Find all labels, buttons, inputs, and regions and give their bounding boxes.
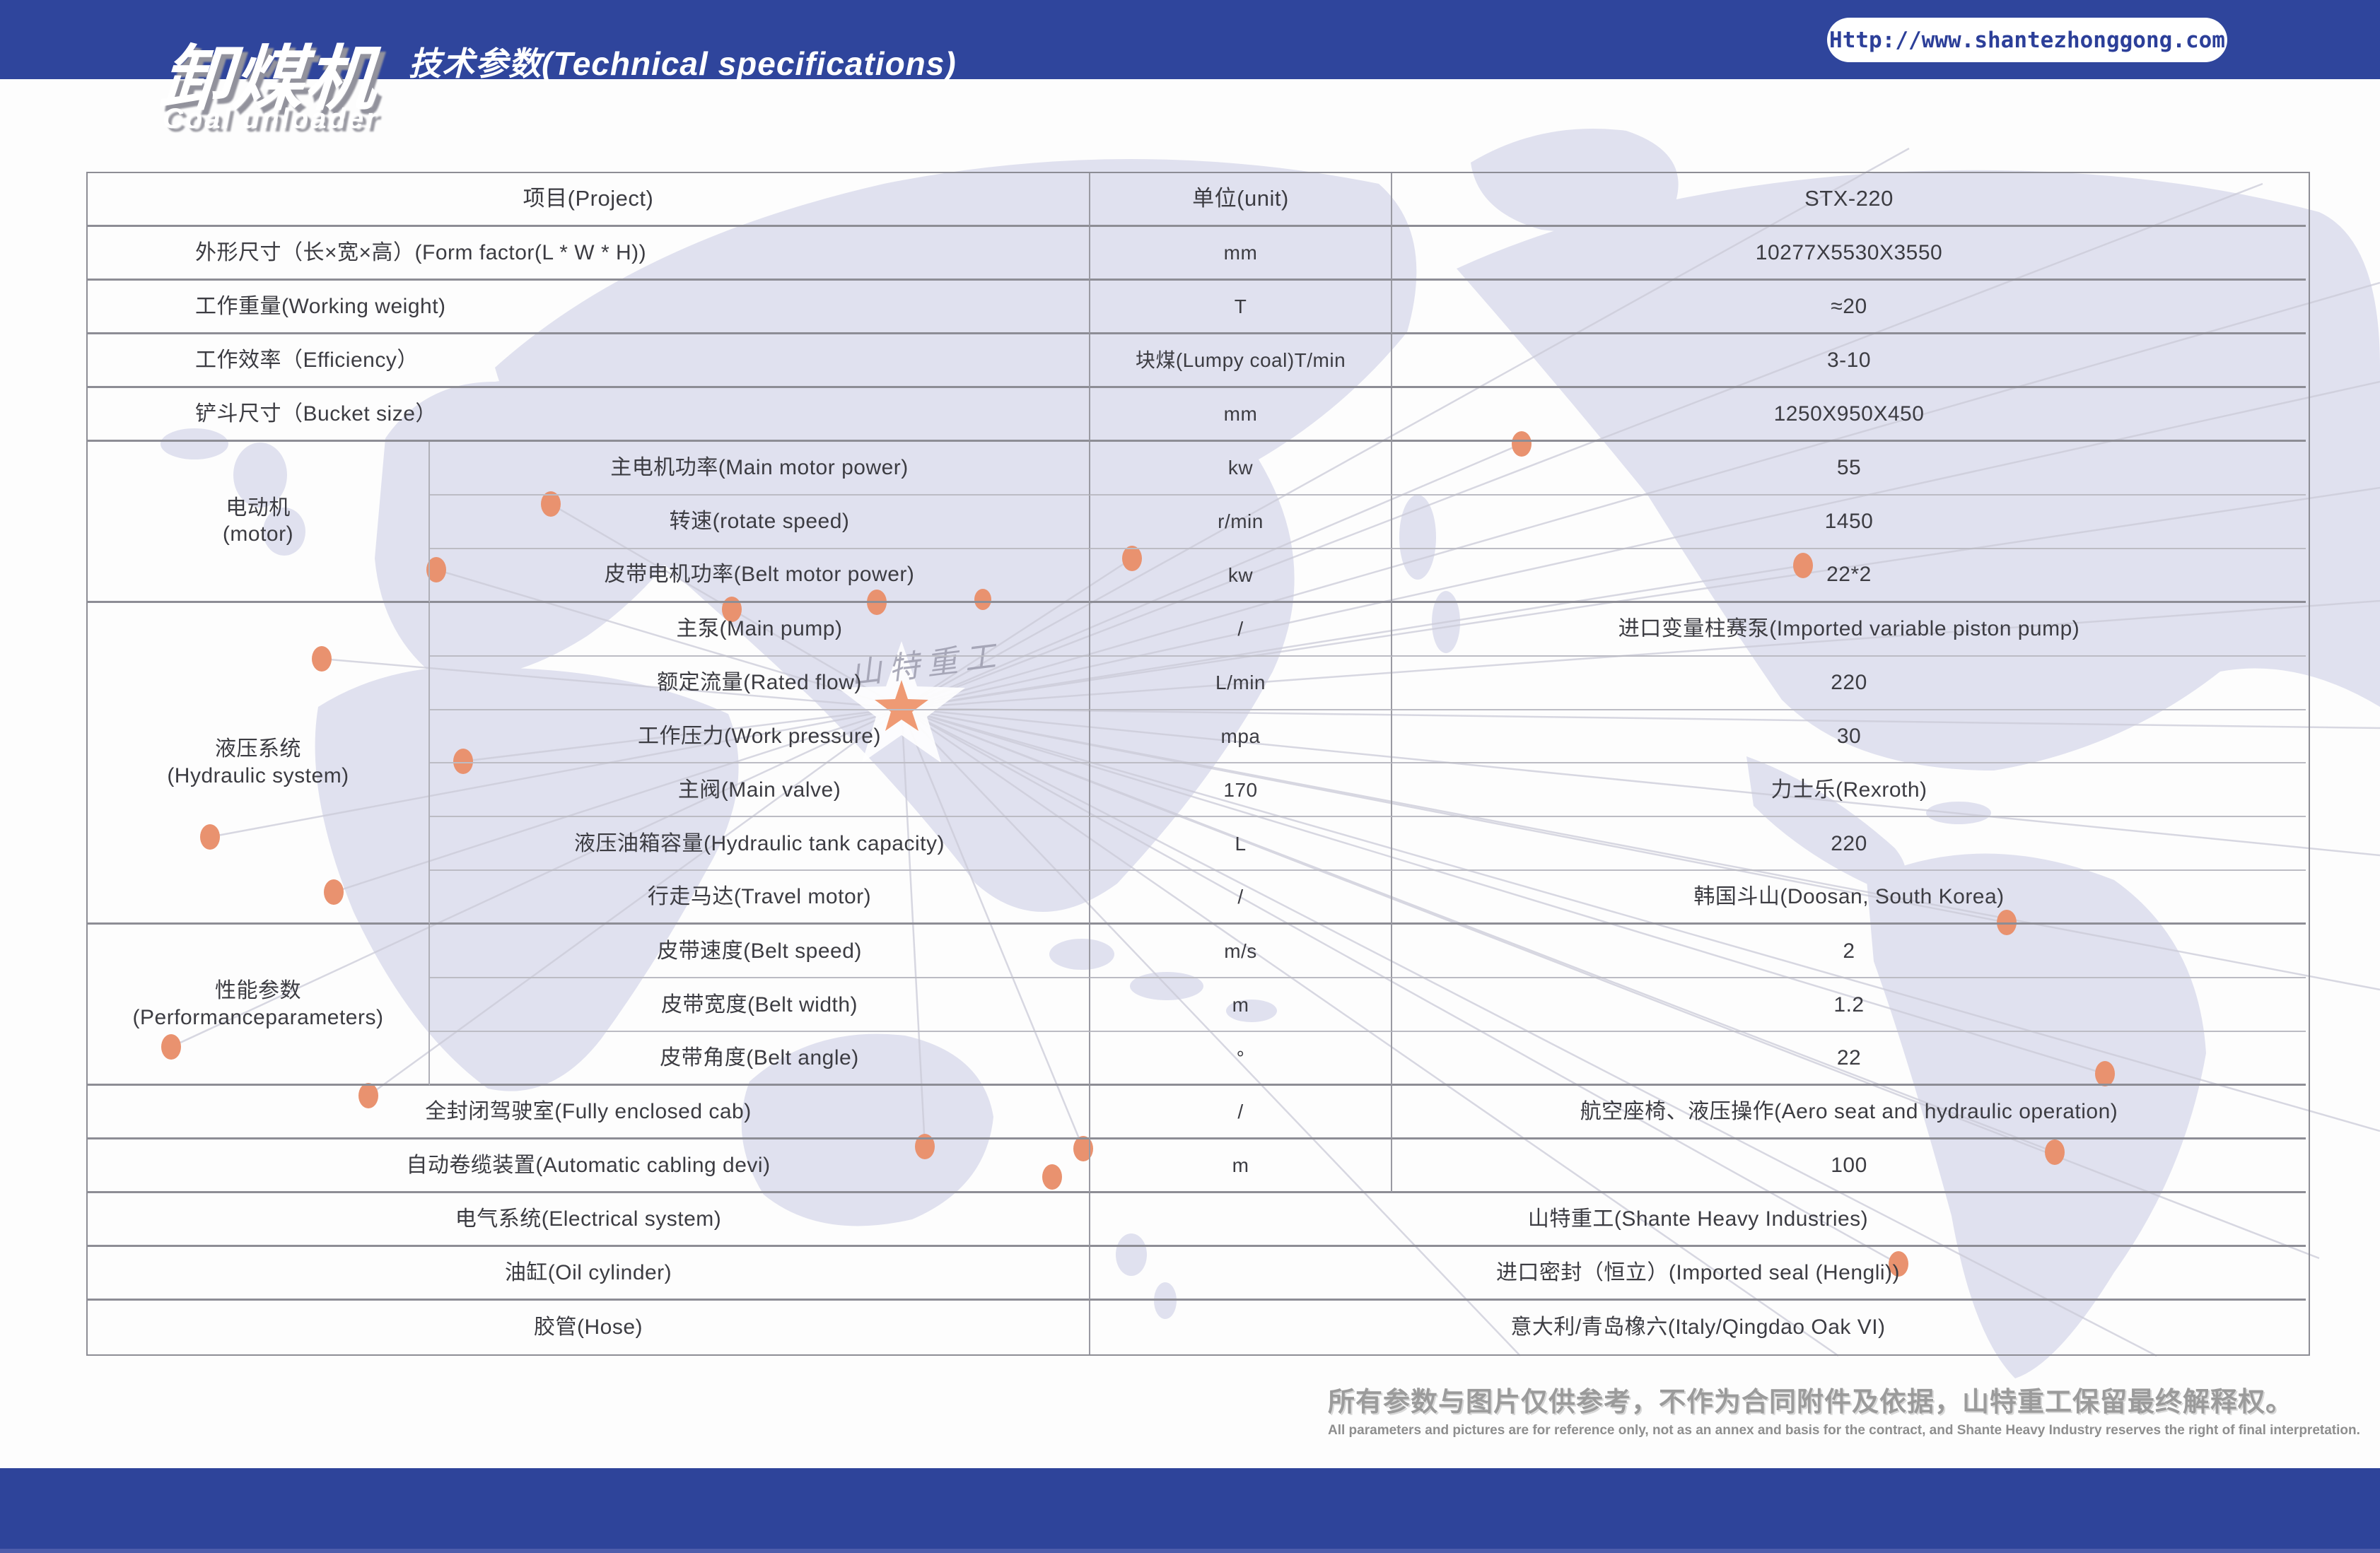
- row-value: 力士乐(Rexroth): [1392, 763, 2306, 817]
- row-label: 皮带电机功率(Belt motor power): [430, 549, 1089, 603]
- group-label-hydraulic: 液压系统 (Hydraulic system): [88, 603, 430, 925]
- row-unit: °: [1089, 1032, 1392, 1086]
- row-label: 主电机功率(Main motor power): [430, 442, 1089, 496]
- row-value: 2: [1392, 925, 2306, 978]
- col-header-project: 项目(Project): [88, 173, 1089, 227]
- row-unit: mm: [1089, 227, 1392, 281]
- row-label: 铲斗尺寸（Bucket size）: [88, 388, 1089, 442]
- row-unit: m/s: [1089, 925, 1392, 978]
- row-label: 油缸(Oil cylinder): [88, 1247, 1089, 1301]
- footer-bar-edge: [0, 1549, 2380, 1553]
- spec-table: 项目(Project) 单位(unit) STX-220 外形尺寸（长×宽×高）…: [86, 172, 2310, 1356]
- row-unit: m: [1089, 978, 1392, 1032]
- row-value: 55: [1392, 442, 2306, 496]
- footer-bar: [0, 1468, 2380, 1553]
- group-label-cn: 性能参数: [215, 978, 301, 1004]
- row-value: 进口变量柱赛泵(Imported variable piston pump): [1392, 603, 2306, 657]
- row-value: 22: [1392, 1032, 2306, 1086]
- row-value: 30: [1392, 710, 2306, 764]
- row-label: 自动卷缆装置(Automatic cabling devi): [88, 1139, 1089, 1193]
- website-url-button[interactable]: Http://www.shantezhonggong.com: [1827, 18, 2227, 62]
- row-label: 主泵(Main pump): [430, 603, 1089, 657]
- group-label-en: (Performanceparameters): [133, 1004, 384, 1031]
- row-value: 1250X950X450: [1392, 388, 2306, 442]
- row-value: 进口密封（恒立）(Imported seal (Hengli)): [1089, 1247, 2306, 1301]
- row-value: 22*2: [1392, 549, 2306, 603]
- col-header-unit: 单位(unit): [1089, 173, 1392, 227]
- row-unit: kw: [1089, 442, 1392, 496]
- row-value: 3-10: [1392, 334, 2306, 388]
- col-header-model: STX-220: [1392, 173, 2306, 227]
- row-unit: 块煤(Lumpy coal)T/min: [1089, 334, 1392, 388]
- row-label: 主阀(Main valve): [430, 763, 1089, 817]
- row-label: 胶管(Hose): [88, 1301, 1089, 1354]
- row-value: 1.2: [1392, 978, 2306, 1032]
- row-label: 工作重量(Working weight): [88, 281, 1089, 334]
- row-unit: L/min: [1089, 657, 1392, 710]
- row-label: 皮带宽度(Belt width): [430, 978, 1089, 1032]
- group-label-motor: 电动机 (motor): [88, 442, 430, 603]
- row-label: 皮带速度(Belt speed): [430, 925, 1089, 978]
- row-label: 液压油箱容量(Hydraulic tank capacity): [430, 817, 1089, 871]
- row-label: 全封闭驾驶室(Fully enclosed cab): [88, 1086, 1089, 1139]
- row-value: 100: [1392, 1139, 2306, 1193]
- row-unit: L: [1089, 817, 1392, 871]
- row-value: 220: [1392, 817, 2306, 871]
- group-label-performance: 性能参数 (Performanceparameters): [88, 925, 430, 1086]
- row-value: 意大利/青岛橡六(Italy/Qingdao Oak VI): [1089, 1301, 2306, 1354]
- disclaimer-cn: 所有参数与图片仅供参考，不作为合同附件及依据，山特重工保留最终解释权。: [1328, 1380, 2268, 1419]
- row-unit: /: [1089, 871, 1392, 925]
- row-unit: r/min: [1089, 496, 1392, 549]
- row-unit: m: [1089, 1139, 1392, 1193]
- disclaimer: 所有参数与图片仅供参考，不作为合同附件及依据，山特重工保留最终解释权。 All …: [1328, 1380, 2268, 1438]
- page-title: 技术参数(Technical specifications): [409, 38, 957, 85]
- row-unit: mm: [1089, 388, 1392, 442]
- row-value: 220: [1392, 657, 2306, 710]
- row-unit: mpa: [1089, 710, 1392, 764]
- group-label-en: (motor): [223, 521, 293, 548]
- logo-en: Coal unloader: [163, 103, 379, 135]
- row-label: 工作效率（Efficiency）: [88, 334, 1089, 388]
- row-label: 皮带角度(Belt angle): [430, 1032, 1089, 1086]
- row-label: 电气系统(Electrical system): [88, 1193, 1089, 1247]
- row-label: 额定流量(Rated flow): [430, 657, 1089, 710]
- row-value: 韩国斗山(Doosan, South Korea): [1392, 871, 2306, 925]
- group-label-en: (Hydraulic system): [167, 763, 349, 790]
- row-value: 山特重工(Shante Heavy Industries): [1089, 1193, 2306, 1247]
- row-unit: /: [1089, 603, 1392, 657]
- row-value: 1450: [1392, 496, 2306, 549]
- row-label: 行走马达(Travel motor): [430, 871, 1089, 925]
- group-label-cn: 液压系统: [215, 736, 301, 763]
- row-value: 10277X5530X3550: [1392, 227, 2306, 281]
- row-unit: kw: [1089, 549, 1392, 603]
- row-value: ≈20: [1392, 281, 2306, 334]
- row-value: 航空座椅、液压操作(Aero seat and hydraulic operat…: [1392, 1086, 2306, 1139]
- row-unit: T: [1089, 281, 1392, 334]
- row-unit: /: [1089, 1086, 1392, 1139]
- row-label: 工作压力(Work pressure): [430, 710, 1089, 764]
- row-unit: 170: [1089, 763, 1392, 817]
- group-label-cn: 电动机: [226, 495, 291, 522]
- row-label: 外形尺寸（长×宽×高）(Form factor(L * W * H)): [88, 227, 1089, 281]
- row-label: 转速(rotate speed): [430, 496, 1089, 549]
- disclaimer-en: All parameters and pictures are for refe…: [1328, 1423, 2268, 1438]
